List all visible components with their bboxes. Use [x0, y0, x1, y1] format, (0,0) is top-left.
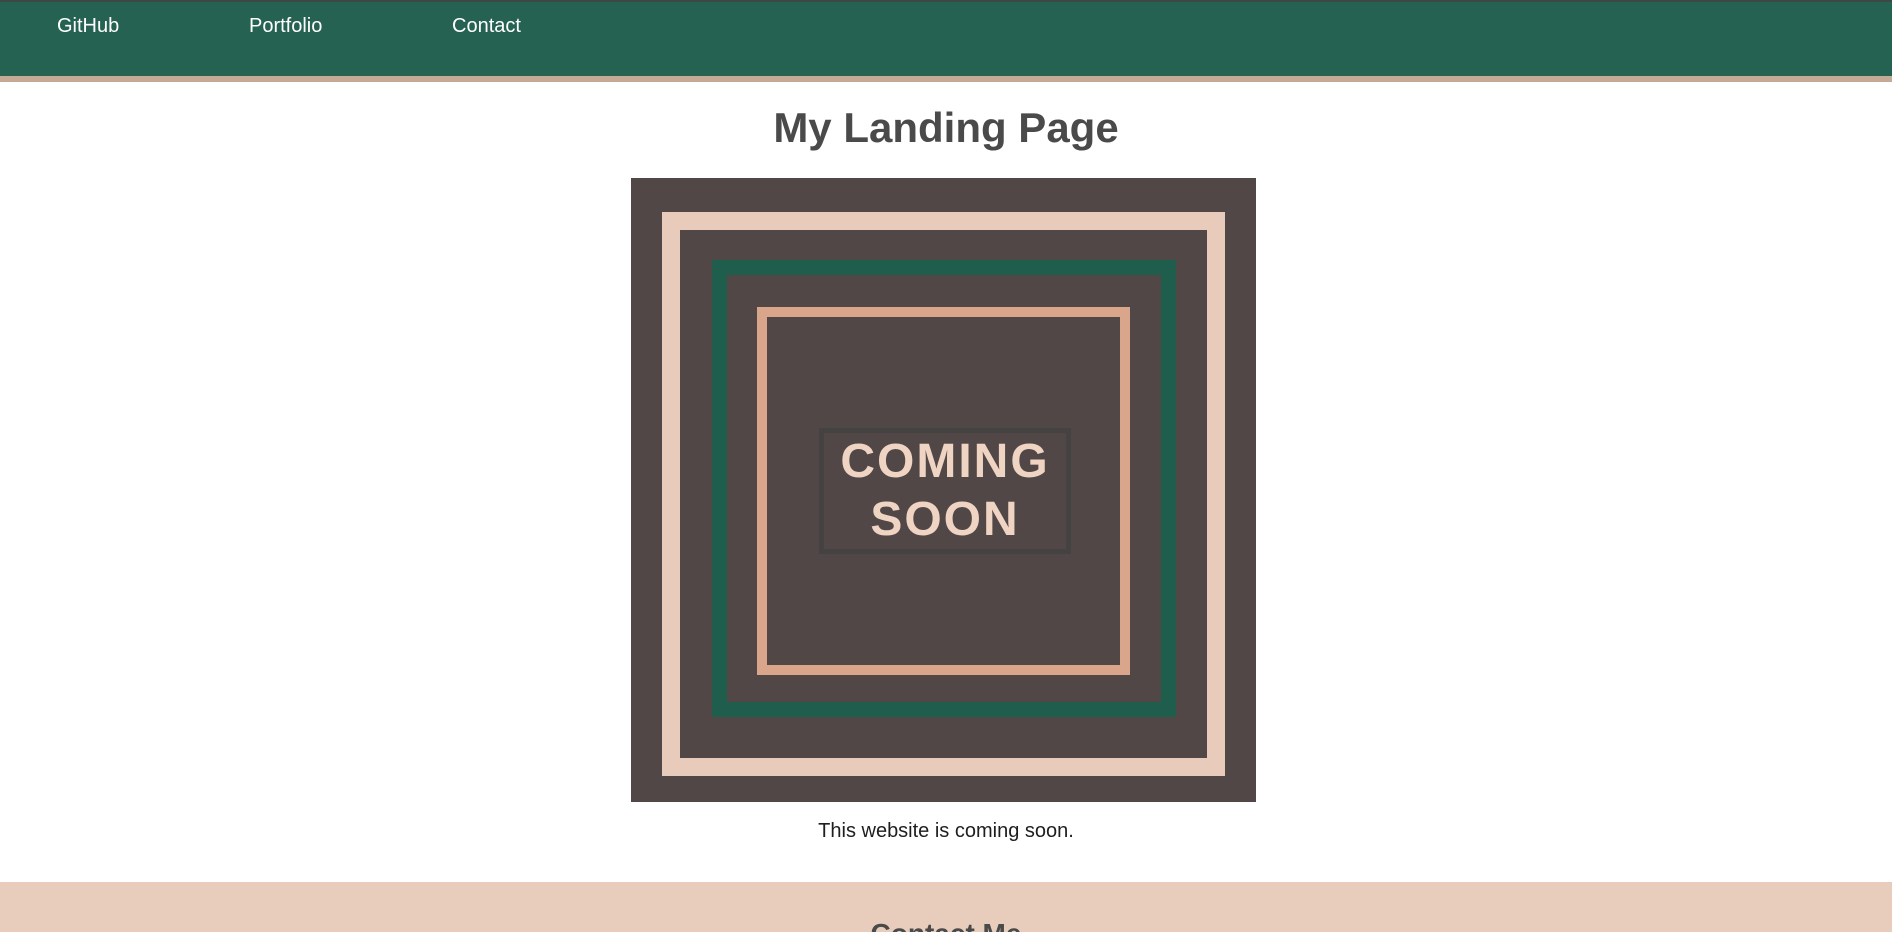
nav-link-portfolio[interactable]: Portfolio — [249, 15, 322, 38]
footer-heading: Contact Me — [0, 918, 1892, 932]
badge-line-coming: COMING — [840, 435, 1050, 488]
page-subtitle: This website is coming soon. — [818, 820, 1074, 842]
contact-footer: Contact Me — [0, 882, 1892, 932]
nav-link-github[interactable]: GitHub — [57, 15, 119, 38]
page-title: My Landing Page — [773, 104, 1119, 151]
coming-soon-badge: COMING SOON — [819, 428, 1071, 554]
top-nav-bar: GitHub Portfolio Contact — [0, 0, 1892, 76]
nav-link-contact[interactable]: Contact — [452, 15, 521, 38]
header-divider — [0, 76, 1892, 82]
badge-line-soon: SOON — [870, 493, 1020, 546]
coming-soon-image: COMING SOON — [631, 178, 1256, 802]
